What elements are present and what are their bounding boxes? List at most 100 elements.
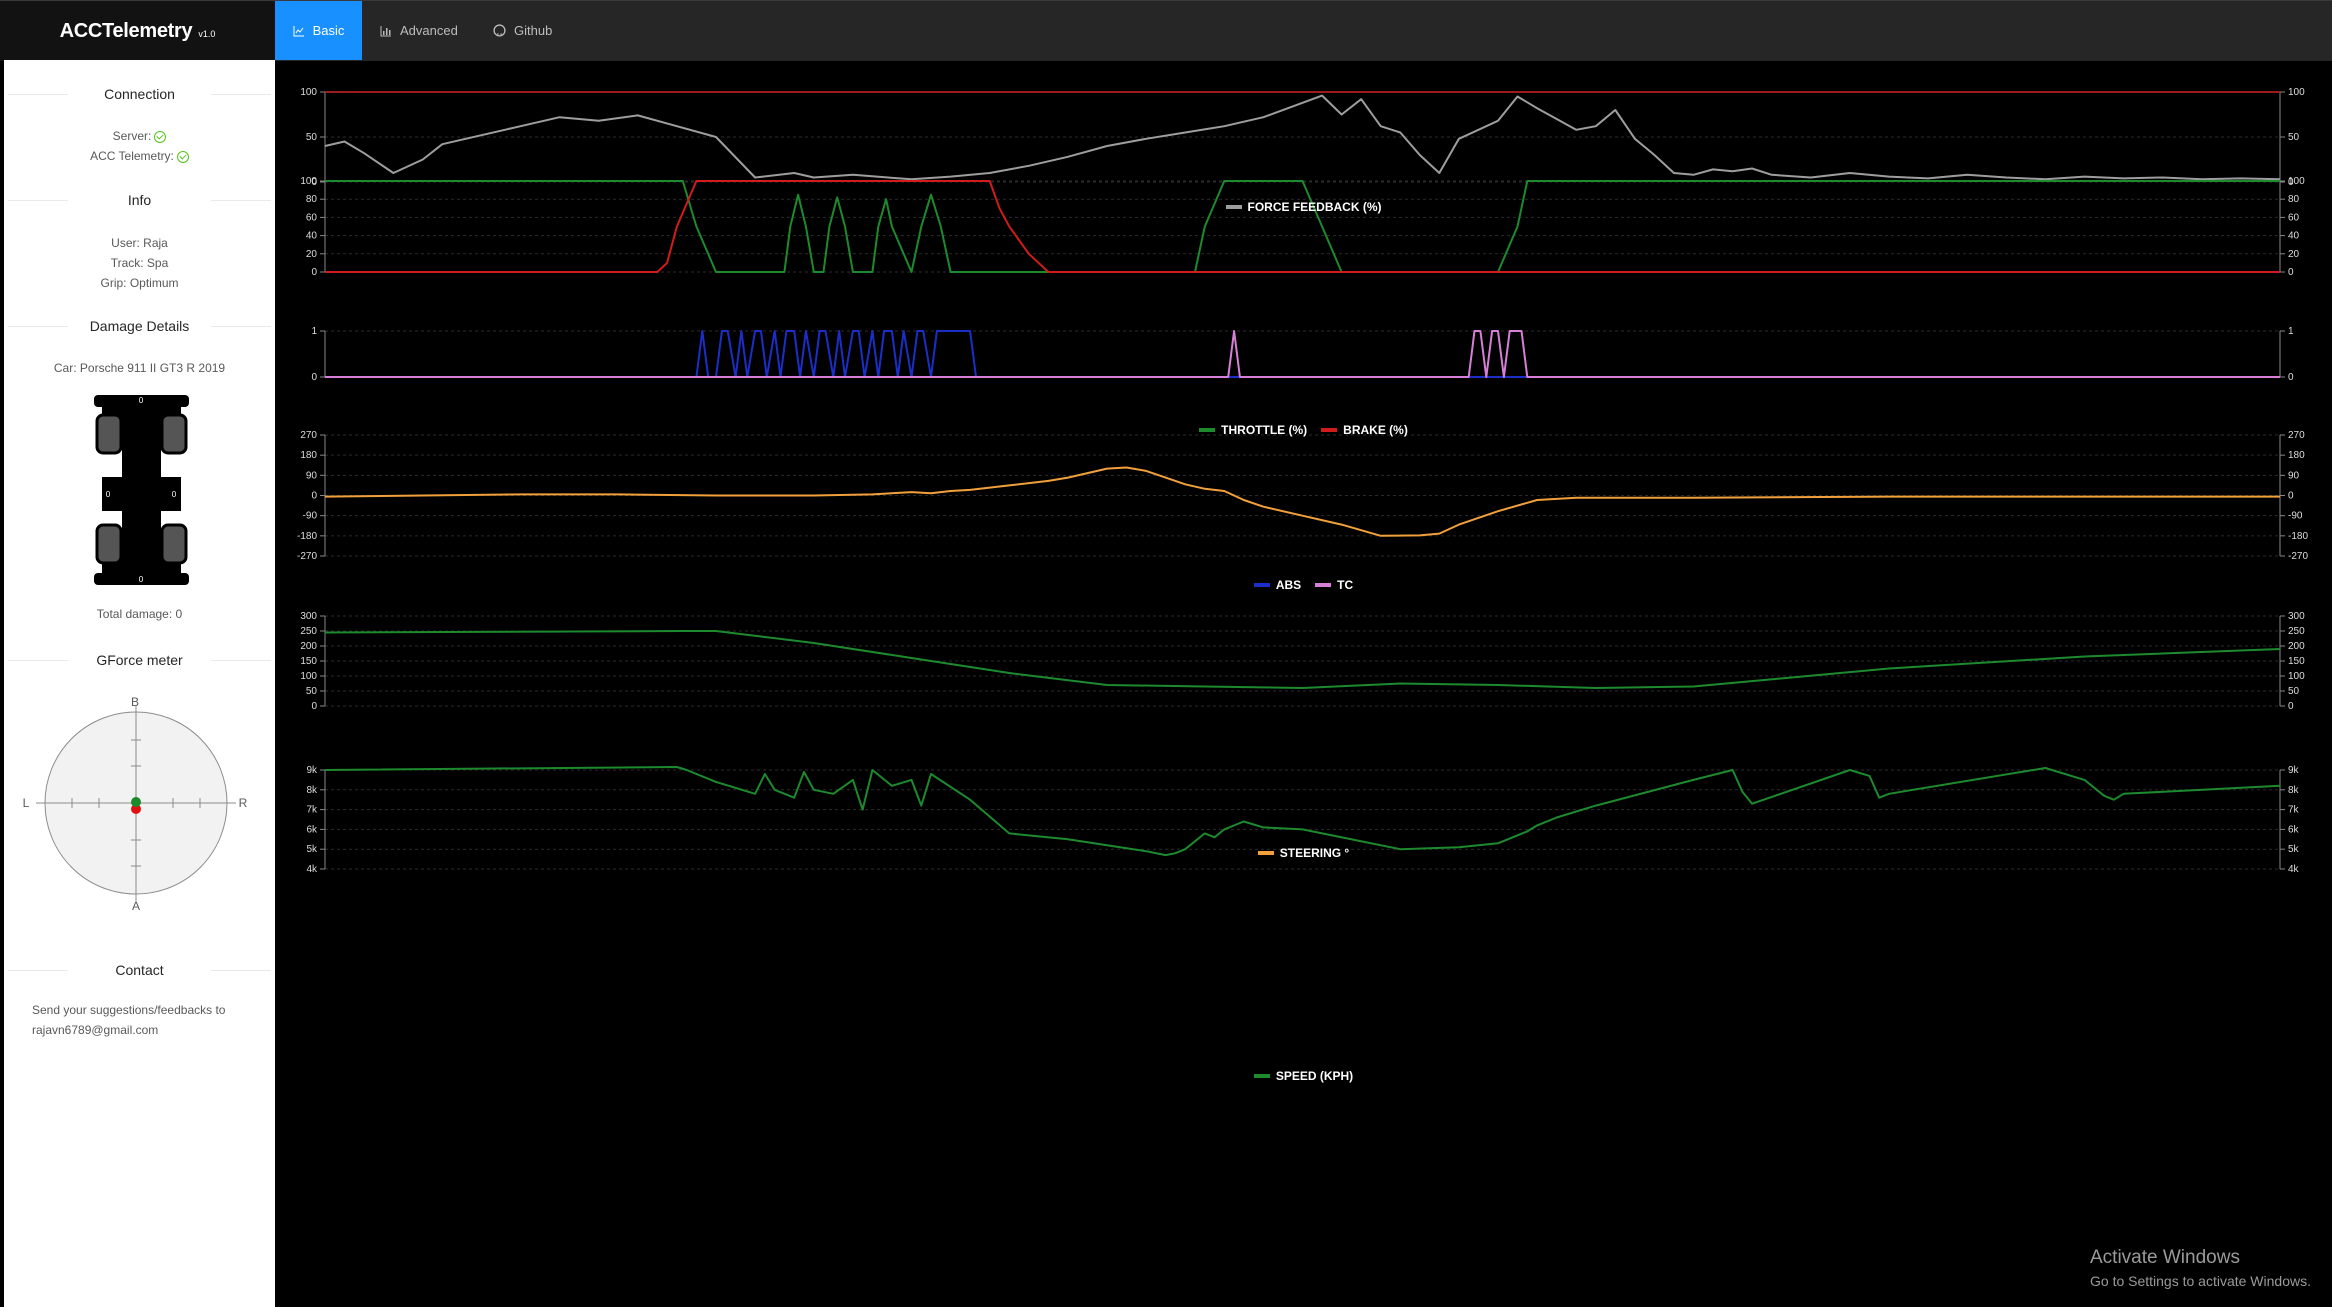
gforce-top-label: B	[131, 696, 139, 709]
info-track: Track: Spa	[110, 256, 169, 270]
sidebar: Connection Server: ACC Telemetry: Info U…	[4, 60, 275, 1307]
contact-text: Send your suggestions/feedbacks to rajav…	[32, 1000, 225, 1040]
legend-steering: STEERING °	[275, 846, 2332, 860]
y-tick-label: 60	[306, 212, 318, 223]
damage-front-value: 0	[139, 396, 144, 405]
y-tick-label: -90	[2288, 511, 2303, 522]
gforce-left-label: L	[23, 796, 30, 810]
total-damage: Total damage: 0	[96, 607, 183, 621]
y-tick-label: -90	[303, 511, 318, 522]
github-icon	[493, 24, 506, 37]
y-tick-label: 7k	[306, 805, 318, 816]
y-tick-label: 250	[300, 626, 317, 637]
y-tick-label: 0	[311, 491, 317, 502]
legend-item[interactable]: FORCE FEEDBACK (%)	[1225, 200, 1382, 214]
contact-email[interactable]: rajavn6789@gmail.com	[32, 1020, 225, 1040]
y-tick-label: 0	[311, 267, 317, 278]
line-chart-icon	[293, 25, 304, 36]
y-tick-label: 4k	[306, 864, 318, 875]
tab-github[interactable]: Github	[485, 1, 583, 60]
y-tick-label: 0	[311, 701, 317, 712]
y-tick-label: 0	[2288, 701, 2294, 712]
force-feedback-series-0	[324, 94, 2281, 181]
tab-advanced[interactable]: Advanced	[370, 1, 480, 60]
activate-windows-watermark: Activate Windows Go to Settings to activ…	[2090, 1247, 2311, 1289]
tab-basic[interactable]: Basic	[275, 1, 362, 60]
tab-github-label: Github	[514, 23, 553, 38]
steering-chart: -270 -270-180 -180-90 -900 090 90180 180270 270	[297, 430, 2308, 562]
y-tick-label: 40	[306, 231, 318, 242]
contact-line: Send your suggestions/feedbacks to	[32, 1003, 226, 1017]
abs-tc-series-0	[325, 330, 2280, 378]
y-tick-label: 4k	[2288, 864, 2300, 875]
gforce-right-label: R	[239, 796, 248, 810]
y-tick-label: -270	[2288, 551, 2308, 562]
app-brand: ACCTelemetry v1.0	[0, 1, 275, 61]
y-tick-label: 100	[2288, 87, 2305, 98]
damage-rear-value: 0	[139, 575, 144, 584]
y-tick-label: 300	[300, 611, 317, 622]
info-user: User: Raja	[111, 236, 168, 250]
app-version: v1.0	[198, 29, 216, 39]
gforce-marker-green	[131, 797, 141, 807]
damage-right-value: 0	[172, 490, 177, 499]
bar-chart-icon	[380, 25, 391, 36]
legend-speed: SPEED (KPH)	[275, 1069, 2332, 1083]
legend-item[interactable]: TC	[1315, 578, 1353, 592]
y-tick-label: 9k	[306, 765, 318, 776]
legend-item[interactable]: ABS	[1253, 578, 1301, 592]
y-tick-label: 1	[2288, 326, 2294, 337]
steering-series-0	[324, 466, 2280, 537]
speed-chart: 0 0 50 50 100 100 150 150 200 200 250 250 300 300	[300, 611, 2305, 712]
y-tick-label: 50	[2288, 686, 2300, 697]
y-tick-label: 20	[2288, 249, 2300, 260]
y-tick-label: 0	[311, 372, 317, 383]
y-tick-label: 20	[306, 249, 318, 260]
y-tick-label: -180	[2288, 531, 2308, 542]
y-tick-label: -270	[297, 551, 317, 562]
y-tick-label: 90	[306, 470, 318, 481]
y-tick-label: 6k	[306, 824, 318, 835]
y-tick-label: 0	[2288, 267, 2294, 278]
watermark-line2: Go to Settings to activate Windows.	[2090, 1273, 2311, 1289]
speed-series-0	[324, 630, 2281, 689]
y-tick-label: 100	[2288, 671, 2305, 682]
y-tick-label: 1	[311, 326, 317, 337]
info-grip: Grip: Optimum	[100, 276, 179, 290]
watermark-line1: Activate Windows	[2090, 1247, 2240, 1268]
connection-title: Connection	[4, 86, 275, 102]
y-tick-label: 8k	[306, 785, 318, 796]
legend-item[interactable]: STEERING °	[1257, 846, 1349, 860]
server-status: Server:	[4, 129, 275, 143]
y-tick-label: 0	[2288, 491, 2294, 502]
pedals-chart: 0 020 2040 4060 6080 80100 100	[300, 176, 2305, 278]
abs-tc-series-1	[325, 330, 2280, 378]
gforce-title: GForce meter	[4, 652, 275, 668]
y-tick-label: 50	[2288, 132, 2300, 143]
y-tick-label: 50	[306, 686, 318, 697]
check-circle-icon	[154, 131, 167, 143]
legend-abs-tc: ABS TC	[275, 578, 2332, 592]
legend-item[interactable]: SPEED (KPH)	[1253, 1069, 1353, 1083]
rpm-series-0	[324, 766, 2281, 857]
contact-title: Contact	[4, 962, 275, 978]
y-tick-label: 90	[2288, 470, 2300, 481]
legend-item[interactable]: BRAKE (%)	[1321, 423, 1408, 437]
y-tick-label: -180	[297, 531, 317, 542]
legend-pedals: THROTTLE (%) BRAKE (%)	[275, 423, 2332, 437]
y-tick-label: 250	[2288, 626, 2305, 637]
legend-item[interactable]: THROTTLE (%)	[1199, 423, 1307, 437]
abs-tc-chart: 0 0 1 1	[311, 326, 2294, 383]
y-tick-label: 180	[300, 450, 317, 461]
y-tick-label: 300	[2288, 611, 2305, 622]
app-title: ACCTelemetry	[59, 19, 193, 42]
car-damage-diagram: 0 0 0 0	[94, 395, 189, 585]
force-feedback-chart: 0 050 50100 100	[300, 87, 2305, 188]
top-navbar: ACCTelemetry v1.0 Basic Advanced Github	[0, 0, 2332, 61]
y-tick-label: 60	[2288, 212, 2300, 223]
y-tick-label: 9k	[2288, 765, 2300, 776]
gforce-meter: B A L R	[23, 696, 248, 911]
y-tick-label: 100	[300, 87, 317, 98]
y-tick-label: 100	[300, 176, 317, 187]
check-circle-icon	[176, 151, 189, 163]
